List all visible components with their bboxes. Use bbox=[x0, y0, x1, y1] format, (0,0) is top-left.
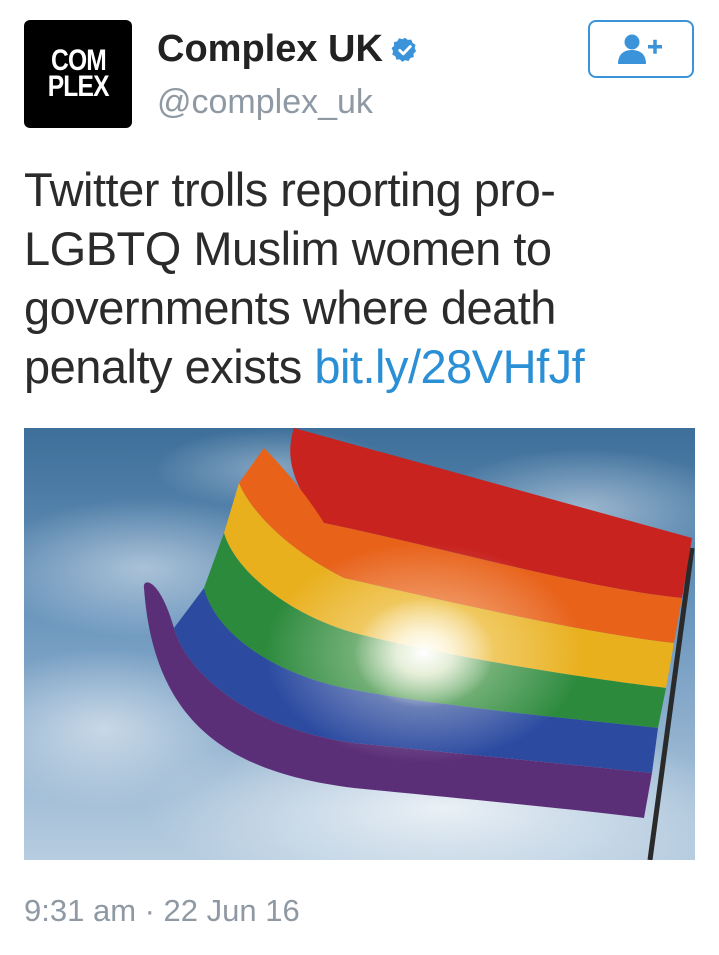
avatar-text-line2: PLEX bbox=[47, 70, 110, 103]
follow-button[interactable] bbox=[588, 20, 694, 78]
handle[interactable]: @complex_uk bbox=[157, 83, 373, 122]
verified-badge-icon bbox=[391, 37, 417, 62]
follow-user-plus-icon bbox=[618, 34, 662, 64]
tweet-line-text: penalty exists bbox=[24, 340, 315, 393]
tweet-link[interactable]: bit.ly/28VHfJf bbox=[314, 340, 584, 393]
timestamp[interactable]: 9:31 am · 22 Jun 16 bbox=[24, 893, 300, 929]
avatar[interactable]: COM PLEX bbox=[24, 20, 132, 128]
tweet-line: governments where death bbox=[24, 281, 556, 334]
display-name[interactable]: Complex UK bbox=[157, 28, 383, 71]
tweet-line-last: penalty exists bit.ly/28VHfJf bbox=[24, 337, 704, 396]
tweet-text: Twitter trolls reporting pro- LGBTQ Musl… bbox=[24, 160, 704, 396]
tweet-media-photo[interactable] bbox=[24, 428, 695, 860]
rainbow-flag-photo bbox=[24, 428, 695, 860]
tweet-line: LGBTQ Muslim women to bbox=[24, 222, 552, 275]
tweet-line: Twitter trolls reporting pro- bbox=[24, 163, 556, 216]
name-row: Complex UK bbox=[157, 28, 419, 71]
